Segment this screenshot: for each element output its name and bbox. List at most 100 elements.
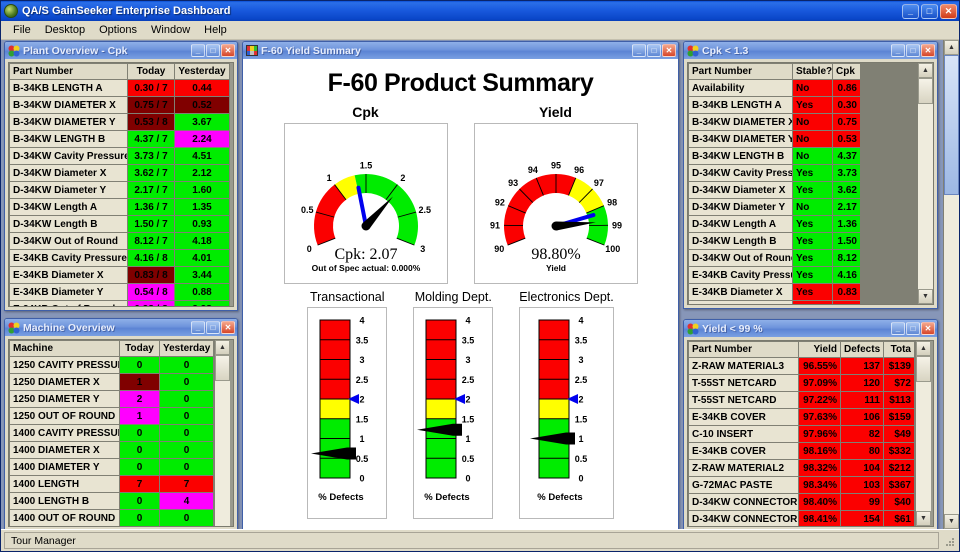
cell-defects[interactable]: 104: [840, 459, 884, 477]
table-row[interactable]: D-34KW Diameter Y No 2.17: [688, 198, 861, 216]
cell-machine[interactable]: 1400 DIAMETER X: [9, 441, 120, 459]
close-button[interactable]: ✕: [662, 44, 676, 57]
cell-yesterday[interactable]: 0: [159, 373, 214, 391]
cell-part-number[interactable]: D-34KW Out of Round: [688, 249, 793, 267]
cell-machine[interactable]: 1250 DIAMETER X: [9, 373, 120, 391]
cell-part-number[interactable]: D-34KW Out of Round: [9, 232, 128, 250]
cell-yield[interactable]: 97.22%: [798, 391, 841, 409]
cell-total[interactable]: $367: [883, 476, 915, 494]
table-row[interactable]: D-34KW Diameter X Yes 3.62: [688, 181, 861, 199]
table-row[interactable]: Availability No 0.86: [688, 79, 861, 97]
table-row[interactable]: E-34KB Diameter YYes0.54: [688, 300, 861, 304]
maximize-button[interactable]: □: [921, 3, 938, 19]
cell-today[interactable]: 0: [119, 492, 160, 510]
cell-defects[interactable]: 82: [840, 425, 884, 443]
table-row[interactable]: 1400 DIAMETER Y00: [9, 458, 214, 476]
cell-yesterday[interactable]: 0.52: [174, 96, 230, 114]
cell-today[interactable]: 0: [119, 356, 160, 374]
cell-today[interactable]: 0.83 / 8: [127, 266, 175, 284]
cell-defects[interactable]: 120: [840, 374, 884, 392]
cell-part-number[interactable]: B-34KB LENGTH A: [9, 79, 128, 97]
cell-stable[interactable]: No: [792, 113, 833, 131]
cell-yesterday[interactable]: 4.51: [174, 147, 230, 165]
scroll-track[interactable]: [918, 78, 933, 289]
window-f60-yield-summary[interactable]: F-60 Yield Summary _ □ ✕ F-60 Product Su…: [242, 41, 679, 529]
table-row[interactable]: 1400 LENGTH B04: [9, 492, 214, 510]
cell-yesterday[interactable]: 3.44: [174, 266, 230, 284]
cell-today[interactable]: 0.38 / 8: [127, 300, 175, 306]
table-row[interactable]: 1400 OUT OF ROUND 0 0: [9, 509, 214, 526]
table-row[interactable]: B-34KB LENGTH A 0.30 / 7 0.44: [9, 79, 230, 97]
cell-stable[interactable]: No: [792, 130, 833, 148]
cell-machine[interactable]: 1250 OUT OF ROUND: [9, 407, 120, 425]
column-header-today[interactable]: Today: [127, 63, 175, 80]
cell-yesterday[interactable]: 0.88: [174, 283, 230, 301]
cell-machine[interactable]: 1400 LENGTH: [9, 475, 120, 493]
scroll-thumb[interactable]: [944, 55, 959, 195]
cell-total[interactable]: $212: [883, 459, 915, 477]
cell-today[interactable]: 0.75 / 7: [127, 96, 175, 114]
cell-total[interactable]: $49: [883, 425, 915, 443]
cell-yield[interactable]: 97.96%: [798, 425, 841, 443]
window-machine-overview[interactable]: Machine Overview _ □ ✕ Machine Today Yes…: [4, 318, 238, 529]
cell-part-number[interactable]: D-34KW Length B: [688, 232, 793, 250]
cell-part-number[interactable]: D-34KW Diameter Y: [688, 198, 793, 216]
table-row[interactable]: D-34KW Cavity PressureYes3.73: [688, 164, 861, 182]
cell-part-number[interactable]: E-34KB Out of Round: [9, 300, 128, 306]
table-row[interactable]: E-34KB Diameter Y 0.54 / 8 0.88: [9, 283, 230, 301]
table-row[interactable]: E-34KB Cavity Pressure 4.16 / 8 4.01: [9, 249, 230, 267]
cell-part-number[interactable]: D-34KW Length B: [9, 215, 128, 233]
cell-today[interactable]: 4.37 / 7: [127, 130, 175, 148]
cell-yesterday[interactable]: 0: [159, 390, 214, 408]
cell-today[interactable]: 7: [119, 475, 160, 493]
maximize-button[interactable]: □: [906, 44, 920, 57]
cell-cpk[interactable]: 0.83: [832, 283, 861, 301]
cell-stable[interactable]: No: [792, 147, 833, 165]
cell-yesterday[interactable]: 1.60: [174, 181, 230, 199]
cell-total[interactable]: $139: [883, 357, 915, 375]
minimize-button[interactable]: _: [191, 44, 205, 57]
table-row[interactable]: B-34KW DIAMETER Y 0.53 / 8 3.67: [9, 113, 230, 131]
scroll-track[interactable]: [944, 55, 959, 514]
table-row[interactable]: 1400 DIAMETER X00: [9, 441, 214, 459]
cell-yesterday[interactable]: 2.38: [174, 300, 230, 306]
cell-defects[interactable]: 137: [840, 357, 884, 375]
table-row[interactable]: Z-RAW MATERIAL2 98.32% 104 $212: [688, 459, 915, 477]
cell-part-number[interactable]: D-34KW CONNECTOR: [688, 493, 799, 511]
cell-cpk[interactable]: 1.50: [832, 232, 861, 250]
cell-machine[interactable]: 1400 CAVITY PRESSURE: [9, 424, 120, 442]
cell-cpk[interactable]: 0.54: [832, 300, 861, 304]
yield-low-scrollbar[interactable]: ▲ ▼: [915, 341, 931, 526]
cell-defects[interactable]: 80: [840, 442, 884, 460]
cell-part-number[interactable]: T-55ST NETCARD: [688, 374, 799, 392]
table-row[interactable]: D-34KW Length B Yes 1.50: [688, 232, 861, 250]
minimize-button[interactable]: _: [891, 44, 905, 57]
cell-part-number[interactable]: E-34KB COVER: [688, 442, 799, 460]
close-button[interactable]: ✕: [921, 322, 935, 335]
cell-part-number[interactable]: D-34KW Diameter X: [9, 164, 128, 182]
cell-machine[interactable]: 1250 CAVITY PRESSURE: [9, 356, 120, 374]
table-row[interactable]: D-34KW Out of Round Yes 8.12: [688, 249, 861, 267]
column-header-yesterday[interactable]: Yesterday: [174, 63, 230, 80]
cell-part-number[interactable]: E-34KB Diameter Y: [688, 300, 793, 304]
cell-cpk[interactable]: 4.16: [832, 266, 861, 284]
cell-part-number[interactable]: B-34KW DIAMETER Y: [9, 113, 128, 131]
cell-stable[interactable]: Yes: [792, 283, 833, 301]
minimize-button[interactable]: _: [891, 322, 905, 335]
cell-part-number[interactable]: Availability: [688, 79, 793, 97]
close-button[interactable]: ✕: [221, 44, 235, 57]
cell-today[interactable]: 1.36 / 7: [127, 198, 175, 216]
cell-part-number[interactable]: C-10 INSERT: [688, 425, 799, 443]
cell-cpk[interactable]: 0.30: [832, 96, 861, 114]
table-row[interactable]: E-34KB Diameter X 0.83 / 8 3.44: [9, 266, 230, 284]
column-header-today[interactable]: Today: [119, 340, 160, 357]
cell-today[interactable]: 0: [119, 509, 160, 526]
cell-part-number[interactable]: E-34KB Cavity Pressure: [9, 249, 128, 267]
cell-total[interactable]: $159: [883, 408, 915, 426]
cell-total[interactable]: $332: [883, 442, 915, 460]
scroll-thumb[interactable]: [916, 356, 931, 382]
table-row[interactable]: C-10 INSERT 97.96% 82 $49: [688, 425, 915, 443]
cell-machine[interactable]: 1605 CAVITY PRESSURE: [10, 527, 120, 528]
cell-today[interactable]: 2.17 / 7: [127, 181, 175, 199]
table-row[interactable]: 1400 LENGTH 7 7: [9, 475, 214, 493]
